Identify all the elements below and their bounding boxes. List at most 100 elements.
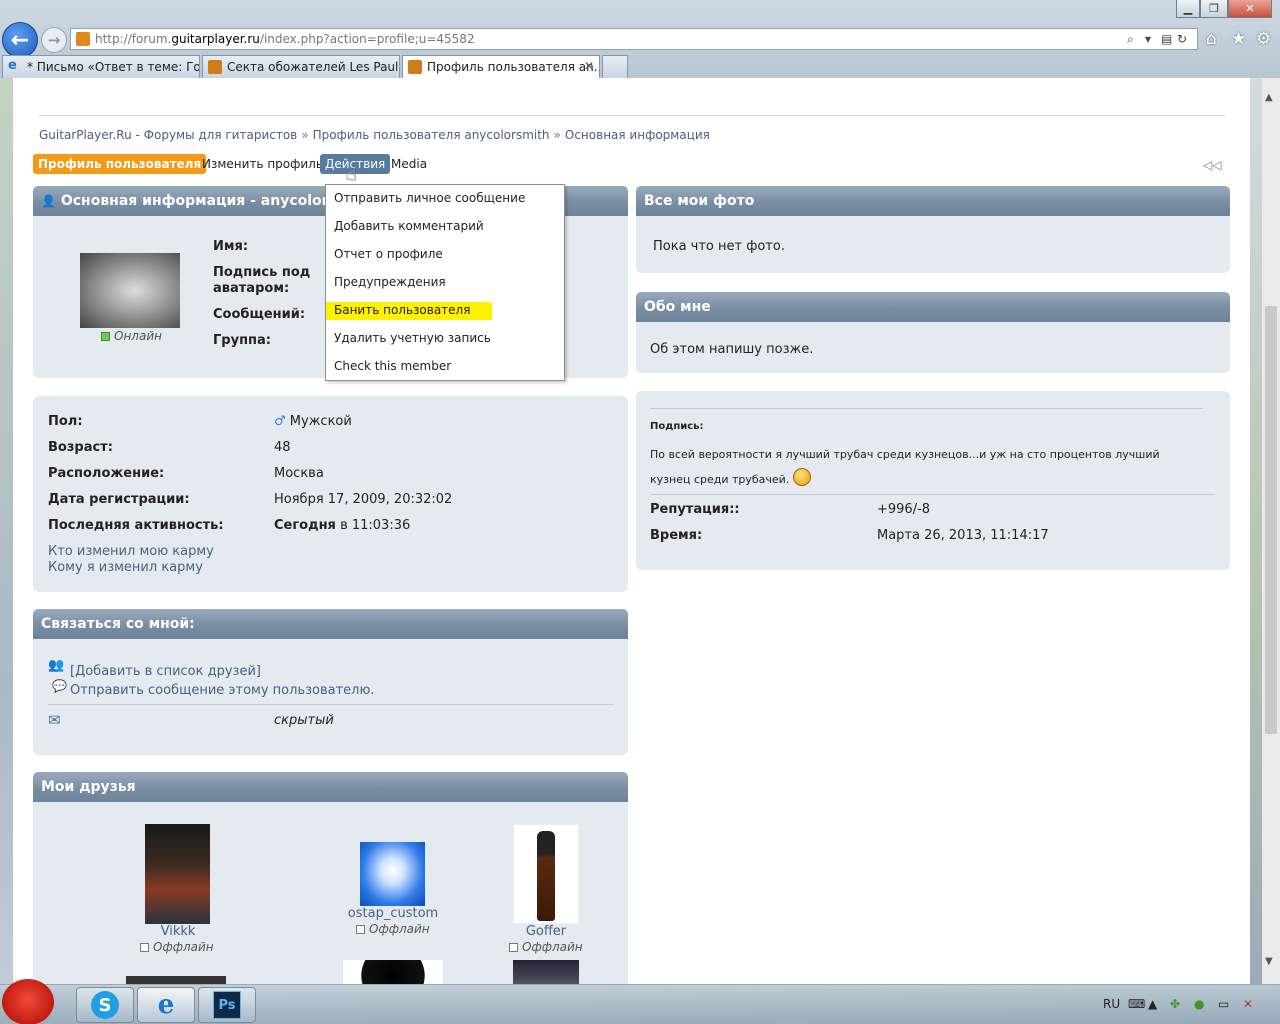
gear-icon[interactable]: ⚙ — [1256, 29, 1271, 49]
breadcrumb-link-profile[interactable]: Профиль пользователя anycolorsmith — [313, 128, 550, 142]
skype-icon: S — [91, 991, 119, 1019]
friend-avatar-vikkk[interactable] — [145, 824, 210, 924]
menu-tab-media[interactable]: Media — [386, 154, 432, 174]
reputation-value: +996/-8 — [877, 502, 931, 517]
gender-value: ♂ Мужской — [274, 414, 352, 429]
tab-label: * Письмо «Ответ в теме: Гост... — [27, 60, 199, 74]
ie-icon: e — [157, 990, 175, 1020]
divider — [48, 704, 613, 705]
compat-view-icon[interactable]: ▤ — [1161, 32, 1172, 46]
friend-avatar-ostap-custom[interactable] — [360, 842, 425, 906]
dropdown-item-add-comment[interactable]: Добавить комментарий — [334, 218, 484, 236]
language-indicator[interactable]: RU — [1103, 997, 1120, 1011]
about-text: Об этом напишу позже. — [650, 342, 814, 357]
karma-changed-link[interactable]: Кому я изменил карму — [48, 560, 203, 575]
dropdown-item-check-member[interactable]: Check this member — [334, 358, 451, 376]
scroll-down-icon[interactable]: ▼ — [1265, 956, 1273, 967]
start-button-icon[interactable] — [2, 979, 54, 1024]
tab-email[interactable]: e * Письмо «Ответ в теме: Гост... — [2, 55, 200, 78]
guitar-favicon-icon — [408, 60, 422, 74]
add-friend-link[interactable]: [Добавить в список друзей] — [70, 664, 261, 679]
maximize-button[interactable]: ❐ — [1200, 0, 1228, 18]
url-rest: /index.php?action=profile;u=45582 — [259, 32, 475, 46]
photoshop-icon: Ps — [213, 991, 241, 1019]
email-icon: ✉ — [48, 711, 61, 729]
clover-icon[interactable]: ✤ — [1170, 997, 1180, 1011]
online-status: Онлайн — [101, 329, 162, 343]
friend-avatar-goffer[interactable] — [513, 824, 579, 924]
site-favicon-icon — [76, 32, 90, 46]
new-tab-button[interactable] — [602, 55, 628, 78]
friend-name-goffer[interactable]: Goffer — [496, 924, 596, 939]
tab-les-paul[interactable]: Секта обожателей Les Paul — [202, 55, 400, 78]
scroll-up-icon[interactable]: ▲ — [1265, 92, 1273, 103]
signature-label: Подпись: — [650, 421, 704, 432]
tab-close-icon[interactable]: ✕ — [584, 59, 594, 73]
collapse-icon[interactable]: ◁◁ — [1203, 158, 1221, 172]
keyboard-icon[interactable]: ⌨ — [1128, 997, 1145, 1011]
last-activity-label: Последняя активность: — [48, 518, 224, 533]
signature-text: По всей вероятности я лучший трубач сред… — [650, 442, 1195, 492]
network-icon[interactable]: ▭ — [1218, 997, 1229, 1011]
dropdown-item-warnings[interactable]: Предупреждения — [334, 274, 446, 292]
send-message-link[interactable]: Отправить сообщение этому пользователю. — [70, 683, 375, 698]
forward-button[interactable]: → — [41, 27, 67, 53]
breadcrumb-separator: » — [553, 128, 561, 142]
close-window-button[interactable]: ✕ — [1228, 0, 1272, 18]
friends-header: Мои друзья — [33, 772, 628, 802]
about-header: Обо мне — [636, 292, 1230, 322]
male-icon: ♂ — [274, 414, 286, 429]
taskbar-photoshop[interactable]: Ps — [198, 987, 256, 1023]
messages-label: Сообщений: — [213, 307, 306, 322]
contact-header: Связаться со мной: — [33, 609, 628, 639]
friend-name-ostap-custom[interactable]: ostap_custom — [333, 906, 453, 921]
smiley-icon — [792, 468, 811, 486]
scroll-thumb[interactable] — [1265, 306, 1277, 734]
menu-tab-edit-profile[interactable]: Изменить профиль — [197, 154, 328, 174]
last-activity-day: Сегодня — [274, 518, 336, 533]
taskbar: S e Ps RU ⌨ ▲ ✤ ● ▭ ✕ — [0, 979, 1280, 1024]
friend-avatar-4[interactable] — [126, 976, 226, 984]
dropdown-item-ban-user[interactable]: Банить пользователя — [326, 302, 492, 320]
speaker-muted-icon[interactable]: ✕ — [1243, 997, 1253, 1011]
photos-header: Все мои фото — [636, 186, 1230, 216]
reputation-label: Репутация:: — [650, 502, 740, 517]
arrow-left-icon: ← — [10, 27, 30, 53]
dropdown-item-report-profile[interactable]: Отчет о профиле — [334, 246, 443, 264]
favorites-star-icon[interactable]: ★ — [1231, 29, 1246, 49]
home-icon[interactable]: ⌂ — [1206, 29, 1217, 49]
tab-profile[interactable]: Профиль пользователя an... ✕ — [402, 55, 600, 78]
friend-name-vikkk[interactable]: Vikkk — [128, 924, 228, 939]
refresh-icon[interactable]: ↻ — [1177, 32, 1187, 46]
group-label: Группа: — [213, 333, 271, 348]
breadcrumb-link-forum[interactable]: GuitarPlayer.Ru - Форумы для гитаристов — [39, 128, 297, 142]
breadcrumb-link-basic-info[interactable]: Основная информация — [565, 128, 710, 142]
dropdown-arrow-icon[interactable]: ▾ — [1145, 32, 1151, 46]
age-label: Возраст: — [48, 440, 113, 455]
karma-changers-link[interactable]: Кто изменил мою карму — [48, 544, 214, 559]
registration-label: Дата регистрации: — [48, 492, 190, 507]
search-icon[interactable]: ⌕ — [1127, 32, 1134, 47]
address-bar[interactable]: http://forum. guitarplayer.ru/index.php?a… — [70, 28, 1198, 50]
email-value: скрытый — [274, 713, 334, 728]
minimize-button[interactable]: ▁ — [1176, 0, 1200, 18]
friend-status-goffer: Оффлайн — [509, 940, 583, 954]
about-panel: Обо мне — [636, 292, 1230, 373]
dropdown-item-send-pm[interactable]: Отправить личное сообщение — [334, 190, 525, 208]
friend-status-vikkk: Оффлайн — [140, 940, 214, 954]
menu-tab-profile[interactable]: Профиль пользователя — [33, 154, 207, 174]
taskbar-skype[interactable]: S — [76, 987, 134, 1023]
tray-app-icon[interactable]: ● — [1194, 997, 1204, 1011]
back-button[interactable]: ← — [2, 22, 38, 58]
taskbar-ie[interactable]: e — [137, 987, 195, 1023]
bottle-icon — [537, 831, 555, 921]
divider — [39, 115, 1225, 116]
photos-empty-text: Пока что нет фото. — [653, 239, 785, 254]
friend-avatar-5[interactable] — [343, 960, 443, 984]
location-label: Расположение: — [48, 466, 165, 481]
dropdown-item-delete-account[interactable]: Удалить учетную запись — [334, 330, 491, 348]
show-hidden-icons-icon[interactable]: ▲ — [1148, 997, 1157, 1011]
breadcrumb: GuitarPlayer.Ru - Форумы для гитаристов »… — [39, 128, 710, 142]
friend-avatar-6[interactable] — [513, 960, 579, 984]
vertical-scrollbar[interactable]: ▲ ▼ — [1262, 78, 1280, 984]
